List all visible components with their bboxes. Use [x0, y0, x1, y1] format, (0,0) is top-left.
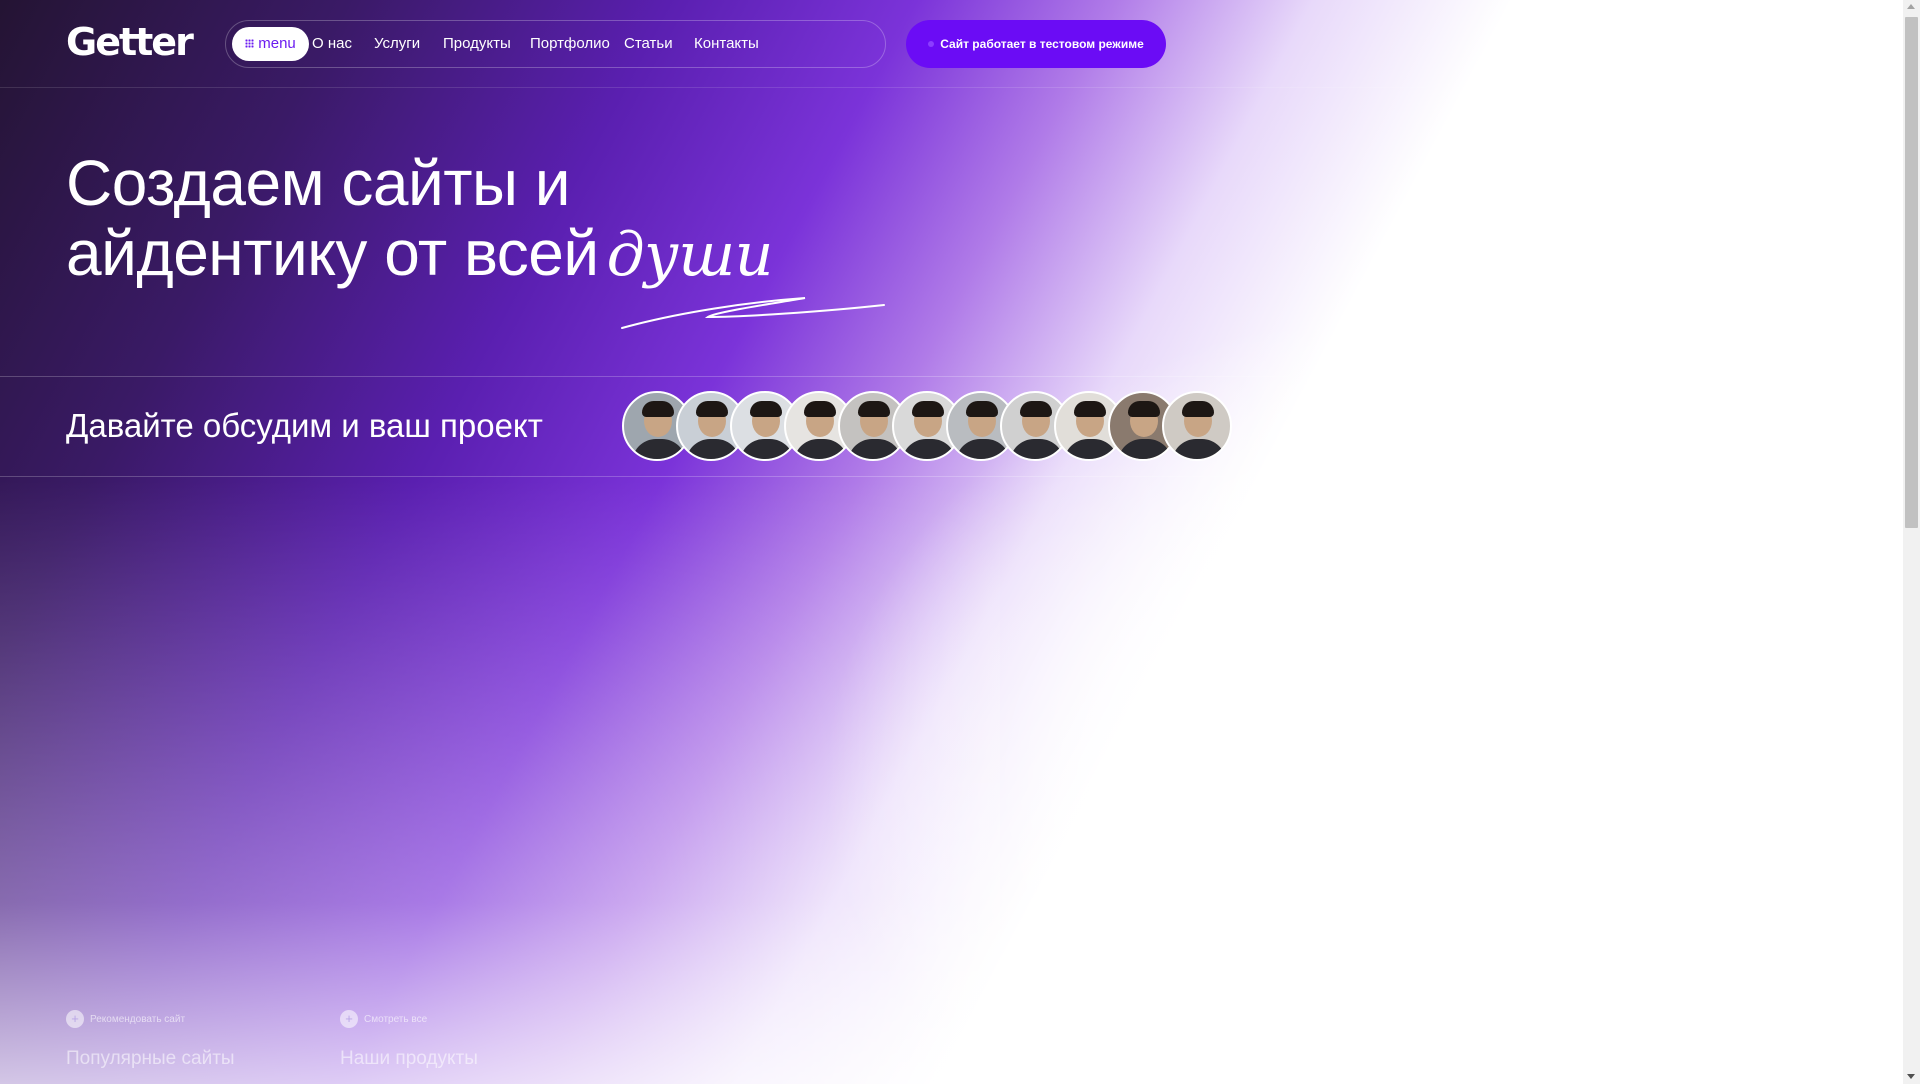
avatar-hair — [642, 401, 674, 417]
team-avatar — [1162, 391, 1232, 461]
page-background: Getter menu О нас Услуги Продукты Портфо… — [0, 0, 1903, 1084]
discuss-project-link[interactable]: Давайте обсудим и ваш проект — [66, 402, 543, 450]
avatar-hair — [858, 401, 890, 417]
avatar-hair — [1020, 401, 1052, 417]
avatar-hair — [912, 401, 944, 417]
menu-button[interactable]: menu — [232, 27, 309, 61]
menu-button-label: menu — [258, 35, 296, 52]
nav-item-contacts[interactable]: Контакты — [694, 21, 759, 67]
test-mode-button[interactable]: Сайт работает в тестовом режиме — [906, 20, 1166, 68]
divider-top — [0, 376, 1903, 377]
hero-title-line-2-text: айдентику от всей — [66, 217, 599, 289]
bottom-tab-popular[interactable]: + Рекомендовать сайт Популярные сайты — [66, 1010, 235, 1069]
bottom-tab-products[interactable]: + Смотреть все Наши продукты — [340, 1010, 478, 1069]
avatar-hair — [966, 401, 998, 417]
status-dot-icon — [928, 41, 935, 47]
bottom-tab-popular-title: Популярные сайты — [66, 1048, 235, 1069]
hero-title-line-2: айдентику от всей души — [66, 218, 773, 290]
avatar-body — [1172, 439, 1226, 459]
nav-item-portfolio[interactable]: Портфолио — [530, 21, 610, 67]
hero-title: Создаем сайты и айдентику от всей души — [66, 148, 773, 290]
avatar-body — [794, 439, 848, 459]
main-nav: menu О нас Услуги Продукты Портфолио Ста… — [225, 20, 886, 68]
hero-title-line-1: Создаем сайты и — [66, 147, 571, 219]
avatar-body — [848, 439, 902, 459]
avatar-body — [740, 439, 794, 459]
avatar-hair — [804, 401, 836, 417]
scroll-down-arrow-icon[interactable] — [1907, 1074, 1915, 1079]
nav-item-services[interactable]: Услуги — [374, 21, 420, 67]
divider-bottom — [0, 476, 1903, 477]
bottom-tab-products-small: Смотреть все — [364, 1013, 428, 1025]
avatar-body — [902, 439, 956, 459]
test-mode-label: Сайт работает в тестовом режиме — [940, 37, 1144, 51]
avatar-hair — [1182, 401, 1214, 417]
site-header: Getter menu О нас Услуги Продукты Портфо… — [0, 0, 1903, 88]
avatar-hair — [1074, 401, 1106, 417]
avatar-body — [686, 439, 740, 459]
plus-icon: + — [340, 1010, 358, 1028]
nav-item-products[interactable]: Продукты — [443, 21, 511, 67]
plus-icon: + — [66, 1010, 84, 1028]
avatar-body — [1118, 439, 1172, 459]
scrollbar-thumb[interactable] — [1905, 17, 1918, 528]
grid-icon — [245, 39, 255, 48]
avatar-hair — [750, 401, 782, 417]
hero-title-accent: души — [606, 220, 774, 290]
bottom-tab-products-title: Наши продукты — [340, 1048, 478, 1069]
avatar-body — [956, 439, 1010, 459]
avatar-hair — [1128, 401, 1160, 417]
nav-item-articles[interactable]: Статьи — [624, 21, 673, 67]
scroll-up-arrow-icon[interactable] — [1907, 4, 1915, 9]
avatar-hair — [696, 401, 728, 417]
avatar-body — [1064, 439, 1118, 459]
logo[interactable]: Getter — [66, 22, 194, 62]
underline-swoosh-icon — [621, 297, 885, 329]
avatar-body — [632, 439, 686, 459]
nav-item-about[interactable]: О нас — [312, 21, 352, 67]
scrollbar[interactable] — [1903, 0, 1920, 1084]
avatar-body — [1010, 439, 1064, 459]
bottom-tab-popular-small: Рекомендовать сайт — [90, 1013, 186, 1025]
